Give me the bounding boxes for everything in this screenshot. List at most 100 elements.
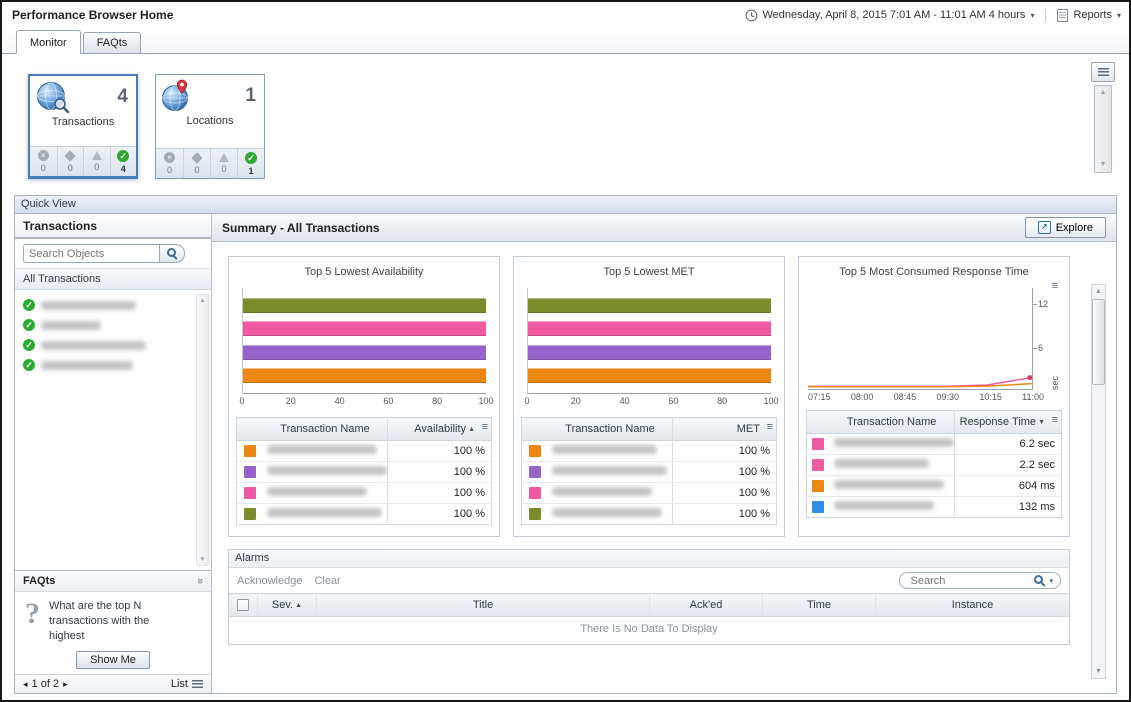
sort-asc-icon[interactable]: ▲ bbox=[468, 426, 475, 433]
status-critical[interactable]: 0 bbox=[57, 147, 84, 176]
metric-value: 2.2 sec bbox=[1020, 459, 1055, 471]
bar[interactable] bbox=[243, 321, 486, 336]
column-transaction-name[interactable]: Transaction Name bbox=[263, 418, 388, 441]
table-row[interactable]: 100 % bbox=[237, 504, 492, 525]
scroll-thumb[interactable] bbox=[1092, 299, 1105, 385]
status-critical[interactable]: 0 bbox=[183, 149, 210, 178]
tab-monitor[interactable]: Monitor bbox=[16, 30, 81, 54]
reports-button[interactable]: Reports ▾ bbox=[1057, 9, 1121, 22]
metric-value: 100 % bbox=[454, 445, 485, 457]
table-row[interactable]: 100 % bbox=[522, 462, 777, 483]
status-warning[interactable]: 0 bbox=[210, 149, 237, 178]
column-severity[interactable]: Sev.▲ bbox=[258, 594, 317, 617]
explore-button[interactable]: ↗ Explore bbox=[1025, 217, 1106, 238]
next-page-button[interactable]: ▸ bbox=[63, 679, 68, 690]
column-acked[interactable]: Ack'ed bbox=[650, 594, 763, 617]
bar[interactable] bbox=[528, 298, 771, 313]
critical-count: 0 bbox=[68, 163, 73, 173]
column-menu-icon[interactable]: ≡ bbox=[767, 421, 773, 433]
table-row[interactable]: 100 % bbox=[237, 441, 492, 462]
scroll-down-button[interactable]: ▼ bbox=[199, 556, 205, 563]
column-transaction-name[interactable]: Transaction Name bbox=[830, 411, 955, 434]
response-time-plot[interactable] bbox=[808, 288, 1033, 390]
tile-list-view-button[interactable] bbox=[1091, 62, 1115, 82]
search-icon[interactable] bbox=[1034, 575, 1045, 586]
tile-transactions[interactable]: 4 Transactions × 0 0 0 ✓ 4 bbox=[28, 74, 138, 179]
status-normal[interactable]: ✓ 1 bbox=[237, 149, 264, 178]
column-menu-icon[interactable]: ≡ bbox=[482, 421, 488, 433]
status-fatal[interactable]: × 0 bbox=[30, 147, 57, 176]
status-normal[interactable]: ✓ 4 bbox=[110, 147, 137, 176]
scroll-up-button[interactable]: ▲ bbox=[199, 297, 205, 304]
tab-faqts[interactable]: FAQts bbox=[83, 32, 142, 53]
search-button[interactable] bbox=[159, 244, 185, 263]
transaction-list-scrollbar[interactable]: ▲ ▼ bbox=[196, 294, 209, 566]
x-tick: 20 bbox=[571, 396, 581, 406]
x-tick: 0 bbox=[239, 396, 244, 406]
alarms-search-input[interactable] bbox=[908, 574, 1030, 588]
column-time[interactable]: Time bbox=[763, 594, 876, 617]
table-row[interactable]: 132 ms bbox=[807, 497, 1062, 518]
column-response-time[interactable]: Response Time▼ ≡ bbox=[954, 411, 1061, 434]
tile-scrollbar[interactable]: ▲ ▼ bbox=[1094, 85, 1112, 173]
prev-page-button[interactable]: ◂ bbox=[23, 679, 28, 690]
list-view-icon bbox=[1098, 68, 1109, 76]
time-range-caret-icon[interactable]: ▾ bbox=[1030, 11, 1034, 20]
transaction-list-item[interactable]: ✓ bbox=[21, 335, 193, 355]
tab-faqts-label: FAQts bbox=[97, 37, 128, 49]
transaction-list-item[interactable]: ✓ bbox=[21, 315, 193, 335]
x-axis: 07:15 08:00 08:45 09:30 10:15 11:00 bbox=[808, 392, 1044, 402]
column-instance[interactable]: Instance bbox=[876, 594, 1070, 617]
bar[interactable] bbox=[528, 321, 771, 336]
clear-button[interactable]: Clear bbox=[314, 575, 340, 587]
reports-caret-icon[interactable]: ▾ bbox=[1117, 11, 1121, 20]
acknowledge-button[interactable]: Acknowledge bbox=[237, 575, 302, 587]
x-tick: 0 bbox=[524, 396, 529, 406]
table-row[interactable]: 604 ms bbox=[807, 476, 1062, 497]
table-row[interactable]: 100 % bbox=[237, 483, 492, 504]
fatal-status-icon: × bbox=[38, 150, 49, 161]
bar[interactable] bbox=[528, 368, 771, 383]
time-range-control[interactable]: Wednesday, April 8, 2015 7:01 AM - 11:01… bbox=[745, 9, 1035, 22]
scroll-down-button[interactable]: ▼ bbox=[1095, 667, 1102, 676]
column-menu-icon[interactable]: ≡ bbox=[1052, 414, 1058, 426]
tiles-scroll-up-button[interactable]: ▲ bbox=[1100, 89, 1107, 97]
status-fatal[interactable]: × 0 bbox=[156, 149, 183, 178]
column-met[interactable]: MET ≡ bbox=[673, 418, 777, 441]
sort-desc-icon[interactable]: ▼ bbox=[1038, 419, 1045, 426]
explore-label: Explore bbox=[1056, 222, 1093, 234]
alarms-search[interactable]: ▾ bbox=[899, 572, 1061, 589]
search-input[interactable] bbox=[23, 244, 159, 263]
bar[interactable] bbox=[528, 345, 771, 360]
summary-scrollbar[interactable]: ▲ ▼ bbox=[1091, 284, 1106, 679]
column-title[interactable]: Title bbox=[317, 594, 650, 617]
table-row[interactable]: 100 % bbox=[522, 504, 777, 525]
collapse-icon[interactable]: » bbox=[194, 578, 206, 584]
bar[interactable] bbox=[243, 368, 486, 383]
column-availability[interactable]: Availability▲ ≡ bbox=[388, 418, 492, 441]
table-row[interactable]: 2.2 sec bbox=[807, 455, 1062, 476]
faqts-list-toggle[interactable]: List bbox=[171, 678, 203, 690]
select-all-checkbox[interactable] bbox=[237, 599, 249, 611]
table-row[interactable]: 100 % bbox=[522, 483, 777, 504]
bar[interactable] bbox=[243, 345, 486, 360]
summary-title: Summary - All Transactions bbox=[222, 221, 380, 235]
normal-status-icon: ✓ bbox=[23, 299, 35, 311]
table-row[interactable]: 6.2 sec bbox=[807, 434, 1062, 455]
table-row[interactable]: 100 % bbox=[522, 441, 777, 462]
transaction-list-item[interactable]: ✓ bbox=[21, 295, 193, 315]
faqts-section-header[interactable]: FAQts » bbox=[15, 570, 211, 592]
scroll-up-button[interactable]: ▲ bbox=[1095, 287, 1102, 296]
bar[interactable] bbox=[243, 298, 486, 313]
status-warning[interactable]: 0 bbox=[83, 147, 110, 176]
sort-asc-icon[interactable]: ▲ bbox=[295, 602, 302, 609]
table-row[interactable]: 100 % bbox=[237, 462, 492, 483]
search-caret-icon[interactable]: ▾ bbox=[1049, 577, 1053, 585]
show-me-button[interactable]: Show Me bbox=[76, 651, 150, 669]
tile-locations[interactable]: 1 Locations × 0 0 0 ✓ 1 bbox=[155, 74, 265, 179]
tiles-scroll-down-button[interactable]: ▼ bbox=[1100, 161, 1107, 169]
column-transaction-name[interactable]: Transaction Name bbox=[548, 418, 673, 441]
response-time-card: Top 5 Most Consumed Response Time ≡ 12 bbox=[798, 256, 1070, 537]
select-all-header[interactable] bbox=[229, 594, 258, 617]
transaction-list-item[interactable]: ✓ bbox=[21, 355, 193, 375]
